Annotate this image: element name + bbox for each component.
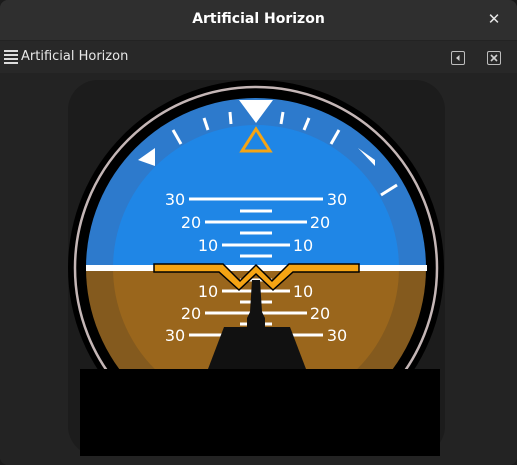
artificial-horizon-gauge: 30 30 20 20 10 10 10 10 20 20 30 30 <box>68 80 444 459</box>
hamburger-menu-icon[interactable] <box>4 50 18 64</box>
close-panel-icon[interactable] <box>487 51 501 65</box>
window-close-icon[interactable]: ✕ <box>485 10 503 28</box>
pitch-label-left-down-20: 20 <box>181 304 201 323</box>
pitch-label-left-up-30: 30 <box>165 190 185 209</box>
app-window: Artificial Horizon ✕ Artificial Horizon <box>0 0 517 465</box>
title-bar: Artificial Horizon ✕ <box>0 0 517 41</box>
window-title: Artificial Horizon <box>192 11 325 27</box>
panel-title: Artificial Horizon <box>21 49 129 64</box>
pitch-label-right-up-20: 20 <box>310 213 330 232</box>
instrument-base <box>80 369 440 459</box>
pitch-label-left-up-10: 10 <box>198 236 218 255</box>
roll-tick-right-5 <box>279 111 285 125</box>
pitch-label-right-down-30: 30 <box>327 326 347 345</box>
roll-tick-left-5 <box>228 111 233 125</box>
aircraft-pedestal <box>208 327 306 369</box>
instrument-area: 30 30 20 20 10 10 10 10 20 20 30 30 <box>0 73 517 465</box>
pitch-label-right-down-20: 20 <box>310 304 330 323</box>
instrument-panel: 30 30 20 20 10 10 10 10 20 20 30 30 <box>68 80 445 459</box>
pitch-label-right-down-10: 10 <box>293 282 313 301</box>
pitch-label-left-up-20: 20 <box>181 213 201 232</box>
panel-toolbar: Artificial Horizon <box>0 41 517 73</box>
pitch-label-left-down-10: 10 <box>198 282 218 301</box>
float-panel-icon[interactable] <box>451 51 465 65</box>
pitch-label-right-up-30: 30 <box>327 190 347 209</box>
pitch-label-right-up-10: 10 <box>293 236 313 255</box>
pitch-label-left-down-30: 30 <box>165 326 185 345</box>
